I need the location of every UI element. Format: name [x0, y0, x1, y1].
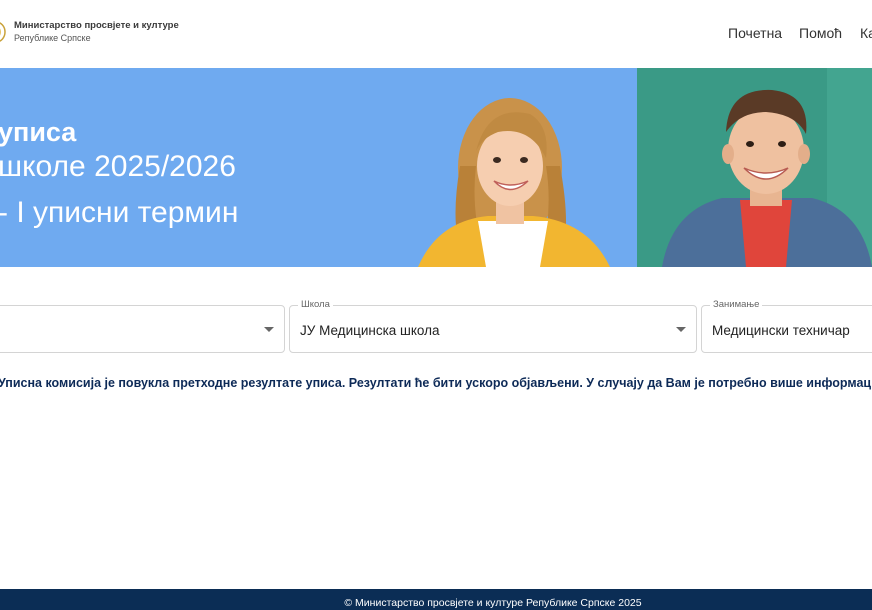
school-select[interactable]: Школа ЈУ Медицинска школа: [289, 299, 697, 353]
hero-title-line2: школе 2025/2026: [0, 150, 236, 183]
hero-banner: уписа школе 2025/2026 - I уписни термин: [0, 68, 872, 267]
ministry-emblem-icon: [0, 22, 6, 42]
school-select-label: Школа: [298, 299, 333, 310]
occupation-select-label: Занимање: [710, 299, 763, 310]
student-boy-photo: [662, 89, 872, 267]
results-withdrawn-notice: Уписна комисија је повукла претходне рез…: [0, 376, 872, 390]
nav-help-link[interactable]: Помоћ: [799, 25, 842, 41]
first-select[interactable]: [0, 305, 285, 353]
logo-republic-name[interactable]: Републике Српске: [14, 33, 91, 43]
footer-copyright: © Министарство просвјете и културе Репуб…: [344, 597, 642, 609]
student-girl-photo: [418, 98, 610, 267]
header: Министарство просвјете и културе Републи…: [0, 0, 872, 68]
school-select-value[interactable]: ЈУ Медицинска школа: [300, 323, 440, 338]
nav-home-link[interactable]: Почетна: [728, 25, 782, 41]
page: Министарство просвјете и културе Републи…: [0, 0, 872, 610]
hero-title-line1: уписа: [0, 117, 77, 147]
chevron-down-icon[interactable]: [676, 327, 686, 332]
hero-title-line3: - I уписни термин: [0, 196, 239, 229]
logo-ministry-name[interactable]: Министарство просвјете и културе: [14, 20, 179, 31]
nav-third-link[interactable]: Ка: [860, 25, 872, 41]
occupation-select[interactable]: Занимање Медицински техничар: [701, 299, 872, 353]
occupation-select-value[interactable]: Медицински техничар: [712, 323, 850, 338]
footer: © Министарство просвјете и културе Репуб…: [0, 589, 872, 610]
chevron-down-icon[interactable]: [264, 327, 274, 332]
